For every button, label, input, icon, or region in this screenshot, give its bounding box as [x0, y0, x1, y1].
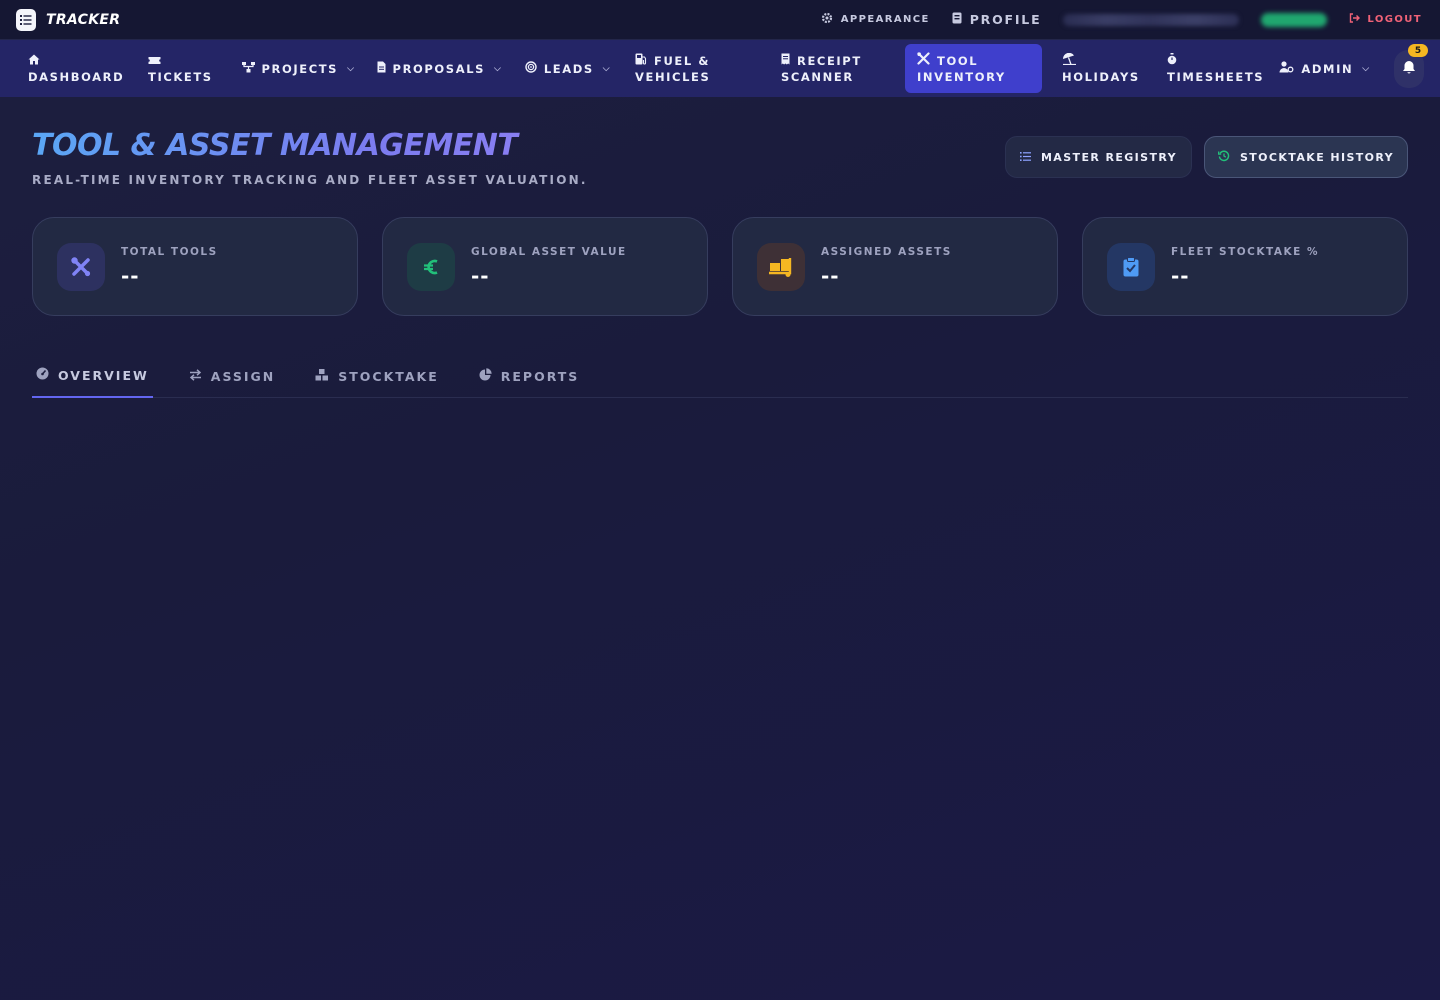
- user-info-redacted: [1063, 13, 1240, 26]
- nav-receipt-scanner[interactable]: RECEIPT SCANNER: [769, 44, 905, 93]
- nav-tool-inventory[interactable]: TOOL INVENTORY: [905, 44, 1042, 93]
- tab-reports[interactable]: REPORTS: [475, 354, 584, 398]
- master-registry-button[interactable]: MASTER REGISTRY: [1005, 136, 1192, 178]
- user-gear-icon: [1279, 60, 1294, 77]
- tab-assign[interactable]: ASSIGN: [185, 354, 280, 398]
- home-icon: [28, 53, 124, 69]
- chevron-down-icon: ⌵: [494, 63, 503, 74]
- clipboard-check-icon: [1107, 242, 1155, 291]
- gear-icon: [821, 12, 833, 27]
- brand[interactable]: TRACKER: [16, 8, 121, 31]
- stopwatch-icon: [1167, 52, 1263, 69]
- tab-assign-label: ASSIGN: [210, 368, 276, 384]
- tab-reports-label: REPORTS: [500, 368, 580, 384]
- bell-icon: [1402, 60, 1416, 79]
- umbrella-beach-icon: [1062, 52, 1143, 69]
- receipt-icon: [781, 53, 790, 69]
- list-check-icon: [16, 8, 36, 31]
- brand-name: TRACKER: [46, 11, 121, 28]
- gauge-icon: [36, 367, 49, 383]
- nav-dashboard[interactable]: DASHBOARD: [16, 44, 136, 93]
- nav-receipt-label-1: RECEIPT: [797, 53, 862, 68]
- chevron-down-icon: ⌵: [1362, 63, 1371, 74]
- nav-fuel-label-2: VEHICLES: [635, 69, 711, 84]
- target-icon: [525, 60, 537, 77]
- nav-timesheets[interactable]: TIMESHEETS: [1155, 44, 1275, 93]
- nav-receipt-label-2: SCANNER: [781, 69, 854, 84]
- nav-tickets-label: TICKETS: [148, 69, 213, 84]
- nav-fuel-vehicles[interactable]: FUEL & VEHICLES: [623, 44, 769, 93]
- stat-value: --: [1171, 263, 1190, 288]
- stat-label: GLOBAL ASSET VALUE: [471, 245, 627, 258]
- sitemap-icon: [241, 61, 255, 77]
- page-subtitle: REAL-TIME INVENTORY TRACKING AND FLEET A…: [32, 173, 588, 187]
- tab-stocktake-label: STOCKTAKE: [338, 368, 439, 384]
- nav-proposals-label: PROPOSALS: [392, 61, 486, 76]
- page-header: TOOL & ASSET MANAGEMENT REAL-TIME INVENT…: [32, 128, 588, 187]
- nav-proposals[interactable]: PROPOSALS ⌵: [366, 44, 513, 93]
- profile-label: PROFILE: [969, 12, 1042, 27]
- boxes-icon: [315, 368, 329, 384]
- status-indicator: [1261, 12, 1328, 27]
- sign-out-icon: [1349, 13, 1361, 26]
- logout-button[interactable]: LOGOUT: [1349, 13, 1422, 26]
- notification-count-badge: 5: [1408, 44, 1428, 57]
- nav-projects[interactable]: PROJECTS ⌵: [231, 44, 366, 93]
- file-icon: [377, 61, 386, 77]
- nav-projects-label: PROJECTS: [261, 61, 339, 76]
- appearance-button[interactable]: APPEARANCE: [821, 12, 930, 27]
- id-badge-icon: [952, 12, 962, 27]
- stat-value: --: [471, 263, 490, 288]
- nav-dashboard-label: DASHBOARD: [28, 69, 125, 84]
- pie-chart-icon: [479, 368, 492, 384]
- stat-card-total-tools: TOTAL TOOLS --: [32, 217, 358, 316]
- master-registry-label: MASTER REGISTRY: [1040, 150, 1178, 164]
- tab-bar: OVERVIEW ASSIGN STOCKTAKE REPORTS: [32, 354, 1408, 398]
- nav-admin-label: ADMIN: [1301, 61, 1354, 76]
- stat-value: --: [121, 263, 140, 288]
- main-navigation: DASHBOARD TICKETS PROJECTS ⌵ PROPOSALS ⌵…: [0, 40, 1440, 97]
- nav-fuel-label-1: FUEL &: [654, 53, 711, 68]
- stat-card-assigned-assets: ASSIGNED ASSETS --: [732, 217, 1058, 316]
- nav-holidays-label: HOLIDAYS: [1062, 69, 1140, 84]
- chevron-down-icon: ⌵: [347, 63, 356, 74]
- stat-card-global-asset-value: GLOBAL ASSET VALUE --: [382, 217, 708, 316]
- tools-icon: [57, 242, 105, 291]
- profile-button[interactable]: PROFILE: [952, 12, 1042, 27]
- tab-stocktake[interactable]: STOCKTAKE: [311, 354, 442, 398]
- stocktake-history-button[interactable]: STOCKTAKE HISTORY: [1204, 136, 1408, 178]
- stat-card-fleet-stocktake: FLEET STOCKTAKE % --: [1082, 217, 1408, 316]
- nav-tool-label-1: TOOL: [937, 53, 979, 68]
- nav-admin[interactable]: ADMIN ⌵: [1275, 44, 1375, 93]
- notifications-button[interactable]: 5: [1394, 44, 1428, 88]
- exchange-icon: [189, 368, 202, 384]
- nav-leads[interactable]: LEADS ⌵: [513, 44, 623, 93]
- ticket-icon: [148, 53, 219, 69]
- tools-icon: [917, 52, 930, 69]
- chevron-down-icon: ⌵: [602, 63, 612, 74]
- nav-leads-label: LEADS: [543, 61, 594, 76]
- stat-value: --: [821, 263, 840, 288]
- nav-timesheets-label: TIMESHEETS: [1167, 69, 1265, 84]
- history-icon: [1217, 150, 1230, 165]
- logout-label: LOGOUT: [1367, 14, 1422, 25]
- tab-overview-label: OVERVIEW: [58, 367, 149, 383]
- page-title: TOOL & ASSET MANAGEMENT: [32, 128, 588, 163]
- stats-row: TOTAL TOOLS -- GLOBAL ASSET VALUE -- ASS…: [32, 217, 1408, 316]
- stat-label: TOTAL TOOLS: [121, 245, 218, 258]
- tab-overview[interactable]: OVERVIEW: [32, 354, 153, 398]
- nav-tickets[interactable]: TICKETS: [136, 44, 231, 93]
- fuel-icon: [635, 53, 647, 69]
- top-bar: TRACKER APPEARANCE PROFILE LOGOUT: [0, 0, 1440, 40]
- stat-label: FLEET STOCKTAKE %: [1171, 245, 1319, 258]
- list-icon: [1019, 151, 1031, 164]
- stat-label: ASSIGNED ASSETS: [821, 245, 952, 258]
- nav-tool-label-2: INVENTORY: [917, 70, 1006, 84]
- dolly-icon: [757, 242, 805, 291]
- stocktake-history-label: STOCKTAKE HISTORY: [1239, 150, 1395, 164]
- appearance-label: APPEARANCE: [840, 14, 930, 25]
- euro-icon: [407, 242, 455, 291]
- nav-holidays[interactable]: HOLIDAYS: [1050, 44, 1155, 93]
